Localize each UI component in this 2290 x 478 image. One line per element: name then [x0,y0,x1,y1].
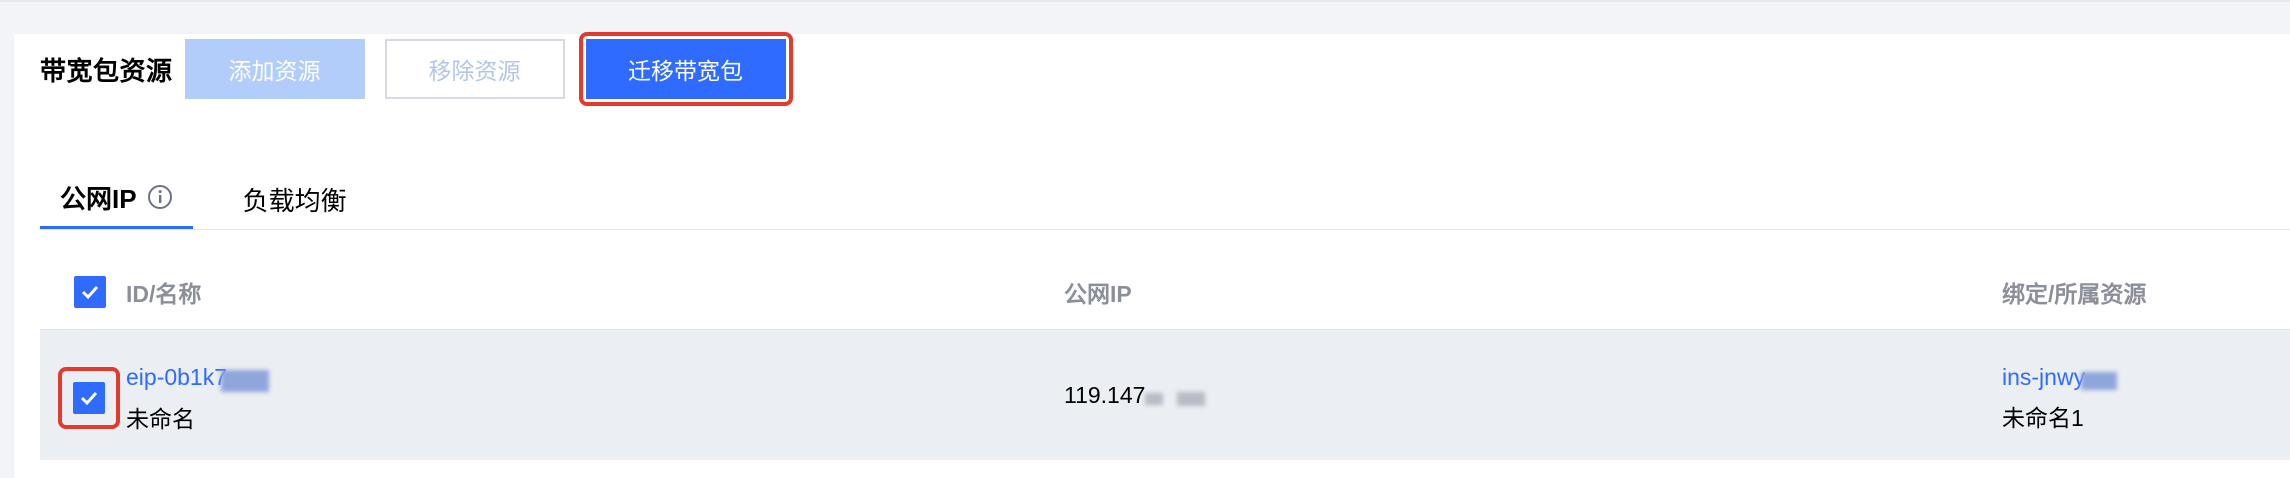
tab-label: 公网IP [60,183,137,214]
redacted-mark [1145,392,1164,405]
resource-name: 未命名1 [2002,405,2084,431]
add-resource-button[interactable]: 添加资源 [184,39,365,99]
redacted-mark [221,369,270,392]
tabs-divider [40,229,2290,230]
info-icon[interactable] [147,184,173,210]
public-ip-value: 119.147 [1064,382,1146,408]
row-checkbox[interactable] [73,382,105,414]
check-icon [81,285,99,300]
section-title: 带宽包资源 [40,55,173,86]
migrate-button-highlight: 迁移带宽包 [578,32,793,106]
redacted-mark [2081,371,2118,390]
column-header-id-name: ID/名称 [126,281,202,307]
table-row: eip-0b1k7 未命名 119.147 ins-jnwy 未命名1 [40,330,2290,460]
tab-label: 负载均衡 [242,185,347,216]
tab-public-ip[interactable]: 公网IP [40,168,193,230]
toolbar: 带宽包资源 添加资源 移除资源 迁移带宽包 [40,32,793,106]
redacted-mark [1177,391,1206,406]
column-header-bound-resource: 绑定/所属资源 [2002,281,2147,307]
table-header: ID/名称 公网IP 绑定/所属资源 [40,255,2290,330]
resource-id-link[interactable]: ins-jnwy [2002,364,2085,390]
eip-id-link[interactable]: eip-0b1k7 [126,364,227,390]
column-header-public-ip: 公网IP [1064,281,1132,307]
check-icon [80,391,98,406]
resource-tabs: 公网IP 负载均衡 [40,168,357,230]
eip-name: 未命名 [126,405,195,432]
top-strip [0,0,2290,32]
migrate-bandwidth-package-button[interactable]: 迁移带宽包 [585,39,786,99]
remove-resource-button[interactable]: 移除资源 [384,39,565,99]
row-checkbox-highlight [58,367,120,429]
tab-load-balancer[interactable]: 负载均衡 [233,168,357,230]
select-all-checkbox[interactable] [74,276,106,308]
